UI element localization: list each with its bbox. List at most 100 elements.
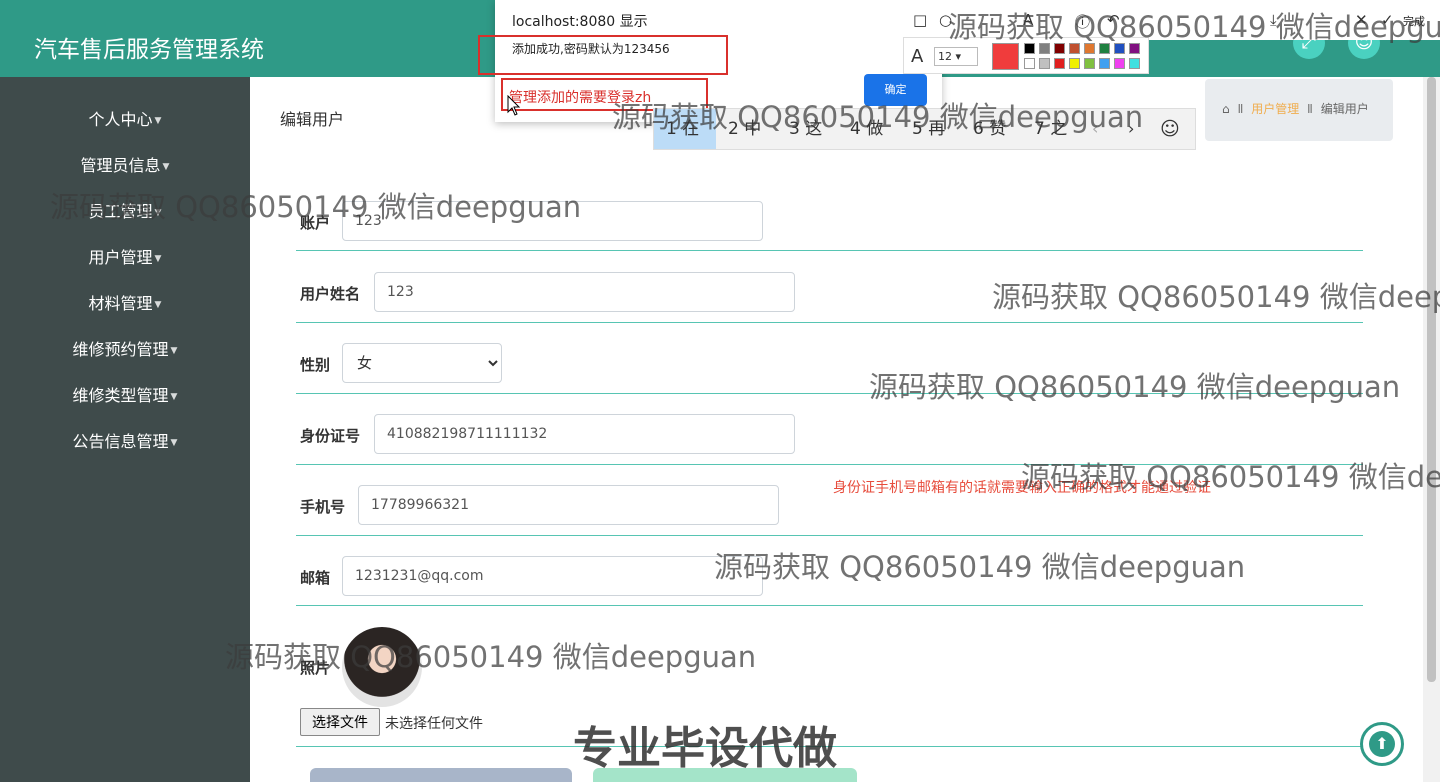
- phone-label: 手机号: [300, 498, 346, 516]
- selected-color-swatch[interactable]: [992, 43, 1019, 70]
- account-input[interactable]: [342, 201, 763, 241]
- phone-input[interactable]: [358, 485, 779, 525]
- submit-button[interactable]: [310, 768, 572, 782]
- caret-down-icon: ▼: [170, 345, 178, 356]
- alert-ok-button[interactable]: 确定: [864, 74, 927, 106]
- color-swatch[interactable]: [1129, 58, 1140, 69]
- name-label: 用户姓名: [300, 285, 361, 303]
- ime-next-page[interactable]: ›: [1128, 109, 1134, 149]
- info-tool-icon[interactable]: ⓘ: [1075, 11, 1090, 32]
- sidebar-item-repair-booking[interactable]: 维修预约管理 ▼: [0, 335, 250, 365]
- font-icon: A: [911, 46, 924, 67]
- sidebar-item-personal-center[interactable]: 个人中心 ▼: [0, 105, 250, 135]
- gender-select[interactable]: 女: [342, 343, 502, 383]
- scrollbar-thumb[interactable]: [1427, 77, 1436, 682]
- sidebar-item-materials[interactable]: 材料管理 ▼: [0, 289, 250, 319]
- annotation-note-text: 管理添加的需要登录zh: [509, 90, 652, 106]
- ime-candidate[interactable]: 2 中: [728, 109, 761, 149]
- ime-candidate[interactable]: 7 之: [1034, 109, 1067, 149]
- app-title: 汽车售后服务管理系统: [34, 37, 264, 63]
- color-swatch[interactable]: [1114, 43, 1125, 54]
- done-button[interactable]: 完成: [1403, 13, 1425, 29]
- color-swatch[interactable]: [1024, 58, 1035, 69]
- font-size-select[interactable]: 12 ▾: [934, 47, 978, 66]
- annotation-box: [478, 35, 728, 75]
- ime-candidate[interactable]: 4 做: [850, 109, 883, 149]
- color-swatch[interactable]: [1084, 43, 1095, 54]
- color-swatch[interactable]: [1069, 58, 1080, 69]
- close-icon[interactable]: ✕: [1355, 11, 1368, 29]
- caret-down-icon: ▼: [154, 299, 162, 310]
- color-swatch[interactable]: [1084, 58, 1095, 69]
- watermark: 源码获取 QQ86050149 微信deepguan: [714, 550, 1246, 584]
- row-divider: [296, 250, 1363, 251]
- color-swatch[interactable]: [1129, 43, 1140, 54]
- email-input[interactable]: [342, 556, 763, 596]
- sidebar-item-label: 材料管理: [88, 294, 153, 313]
- sidebar-item-label: 个人中心: [88, 110, 153, 129]
- sidebar-item-users[interactable]: 用户管理 ▼: [0, 243, 250, 273]
- sidebar-item-label: 管理员信息: [80, 156, 161, 175]
- caret-down-icon: ▼: [154, 207, 162, 218]
- watermark: 源码获取 QQ86050149 微信deepguan: [869, 370, 1401, 404]
- caret-down-icon: ▼: [162, 161, 170, 172]
- file-status: 未选择任何文件: [385, 716, 483, 732]
- row-divider: [296, 322, 1363, 323]
- user-photo: [342, 627, 422, 707]
- caret-down-icon: ▼: [170, 437, 178, 448]
- ime-candidate[interactable]: 6 赞: [973, 109, 1006, 149]
- color-swatch[interactable]: [1054, 58, 1065, 69]
- breadcrumb-current: 编辑用户: [1320, 102, 1369, 116]
- ime-candidate[interactable]: 5 再: [912, 109, 945, 149]
- color-swatch[interactable]: [1099, 43, 1110, 54]
- breadcrumb-section[interactable]: 用户管理: [1251, 102, 1299, 116]
- idcard-input[interactable]: [374, 414, 795, 454]
- screenshot-toolbar: □ ○ A ⓘ ↶ ⤓ ✕ ✓: [903, 0, 1440, 40]
- account-label: 账户: [300, 214, 331, 232]
- arrow-up-icon: ⬆: [1369, 731, 1395, 757]
- sidebar-item-repair-type[interactable]: 维修类型管理 ▼: [0, 381, 250, 411]
- text-tool-icon[interactable]: A: [1023, 11, 1033, 29]
- caret-down-icon: ▼: [154, 115, 162, 126]
- sidebar-item-label: 员工管理: [88, 202, 153, 221]
- watermark: 源码获取 QQ86050149 微信deep: [992, 280, 1440, 314]
- ime-candidate[interactable]: 3 这: [789, 109, 822, 149]
- color-swatch[interactable]: [1039, 43, 1050, 54]
- row-divider: [296, 393, 1363, 394]
- idcard-label: 身份证号: [300, 427, 361, 445]
- rectangle-tool-icon[interactable]: □: [913, 11, 927, 29]
- emoji-icon[interactable]: ☺: [1160, 109, 1180, 149]
- sidebar-item-label: 公告信息管理: [72, 432, 169, 451]
- sidebar-item-announcements[interactable]: 公告信息管理 ▼: [0, 427, 250, 457]
- color-swatch[interactable]: [1054, 43, 1065, 54]
- name-input[interactable]: [374, 272, 795, 312]
- color-swatch[interactable]: [1039, 58, 1050, 69]
- sidebar-item-label: 维修预约管理: [72, 340, 169, 359]
- sidebar: 个人中心 ▼ 管理员信息 ▼ 员工管理 ▼ 用户管理 ▼ 材料管理 ▼ 维修预约管理 ▼ 维…: [0, 77, 250, 782]
- breadcrumb-separator: Ⅱ: [1237, 102, 1244, 116]
- color-swatch[interactable]: [1024, 43, 1035, 54]
- sidebar-item-label: 维修类型管理: [72, 386, 169, 405]
- color-swatch[interactable]: [1099, 58, 1110, 69]
- caret-down-icon: ▼: [170, 391, 178, 402]
- row-divider: [296, 464, 1363, 465]
- sidebar-item-admin-info[interactable]: 管理员信息 ▼: [0, 151, 250, 181]
- watermark-banner: 专业毕设代做: [573, 723, 837, 774]
- breadcrumb-separator: Ⅱ: [1307, 102, 1313, 116]
- choose-file-button[interactable]: 选择文件: [300, 708, 380, 736]
- check-icon[interactable]: ✓: [1381, 11, 1394, 29]
- row-divider: [296, 535, 1363, 536]
- page-title: 编辑用户: [280, 110, 345, 129]
- font-size-value: 12: [938, 50, 952, 63]
- back-to-top-button[interactable]: ⬆: [1360, 722, 1404, 766]
- ellipse-tool-icon[interactable]: ○: [939, 11, 952, 29]
- sidebar-item-staff[interactable]: 员工管理 ▼: [0, 197, 250, 227]
- color-swatch[interactable]: [1069, 43, 1080, 54]
- download-icon[interactable]: ⤓: [1270, 11, 1277, 29]
- color-swatch[interactable]: [1114, 58, 1125, 69]
- home-icon[interactable]: ⌂: [1222, 102, 1230, 116]
- ime-candidate[interactable]: 1 在: [654, 109, 716, 149]
- undo-icon[interactable]: ↶: [1107, 11, 1120, 29]
- validation-hint: 身份证手机号邮箱有的话就需要输入正确的格式才能通过验证: [833, 480, 1211, 496]
- ime-prev-page[interactable]: ‹: [1092, 109, 1098, 149]
